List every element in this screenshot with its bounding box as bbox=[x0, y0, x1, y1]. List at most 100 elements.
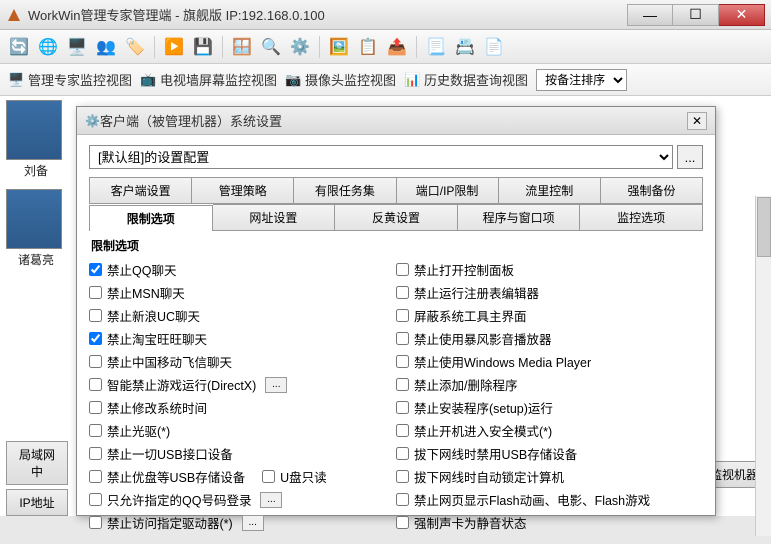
client-thumb[interactable]: 刘备 bbox=[6, 100, 66, 179]
toolbar-search-icon[interactable]: 🔍 bbox=[258, 34, 284, 60]
checkbox[interactable] bbox=[89, 263, 102, 276]
checkbox[interactable] bbox=[89, 401, 102, 414]
opt-systime[interactable]: 禁止修改系统时间 bbox=[89, 396, 396, 419]
opt-systools[interactable]: 屏蔽系统工具主界面 bbox=[396, 304, 703, 327]
opt-ctrlpanel[interactable]: 禁止打开控制面板 bbox=[396, 258, 703, 281]
config-browse-button[interactable]: ... bbox=[677, 145, 703, 169]
tab-programs[interactable]: 程序与窗口项 bbox=[458, 204, 581, 230]
toolbar-window-icon[interactable]: 🪟 bbox=[229, 34, 255, 60]
opt-wangwang[interactable]: 禁止淘宝旺旺聊天 bbox=[89, 327, 396, 350]
opt-mute[interactable]: 强制声卡为静音状态 bbox=[396, 511, 703, 534]
view-history[interactable]: 📊 历史数据查询视图 bbox=[404, 70, 528, 89]
opt-qq[interactable]: 禁止QQ聊天 bbox=[89, 258, 396, 281]
opt-baofeng[interactable]: 禁止使用暴风影音播放器 bbox=[396, 327, 703, 350]
toolbar-refresh-icon[interactable]: 🔄 bbox=[6, 34, 32, 60]
opt-directx[interactable]: 智能禁止游戏运行(DirectX)... bbox=[89, 373, 396, 396]
checkbox[interactable] bbox=[89, 516, 102, 529]
opt-cdrom[interactable]: 禁止光驱(*) bbox=[89, 419, 396, 442]
checkbox[interactable] bbox=[262, 470, 275, 483]
opt-more-button[interactable]: ... bbox=[260, 492, 282, 508]
opt-msn[interactable]: 禁止MSN聊天 bbox=[89, 281, 396, 304]
checkbox[interactable] bbox=[396, 355, 409, 368]
opt-flash[interactable]: 禁止网页显示Flash动画、电影、Flash游戏 bbox=[396, 488, 703, 511]
close-button[interactable]: ✕ bbox=[719, 4, 765, 26]
tab-tasks[interactable]: 有限任务集 bbox=[294, 177, 396, 203]
view-monitor[interactable]: 🖥️ 管理专家监控视图 bbox=[8, 70, 132, 89]
checkbox[interactable] bbox=[89, 493, 102, 506]
toolbar-globe-icon[interactable]: 🌐 bbox=[35, 34, 61, 60]
config-select[interactable]: [默认组]的设置配置 bbox=[89, 145, 673, 169]
tab-traffic[interactable]: 流里控制 bbox=[499, 177, 601, 203]
toolbar-tag-icon[interactable]: 🏷️ bbox=[122, 34, 148, 60]
checkbox[interactable] bbox=[396, 378, 409, 391]
checkbox[interactable] bbox=[396, 286, 409, 299]
checkbox[interactable] bbox=[396, 516, 409, 529]
tab-policy[interactable]: 管理策略 bbox=[192, 177, 294, 203]
toolbar-list-icon[interactable]: 📃 bbox=[423, 34, 449, 60]
checkbox[interactable] bbox=[396, 493, 409, 506]
history-icon: 📊 bbox=[404, 72, 420, 88]
opt-wmp[interactable]: 禁止使用Windows Media Player bbox=[396, 350, 703, 373]
toolbar-play-icon[interactable]: ▶️ bbox=[161, 34, 187, 60]
checkbox[interactable] bbox=[89, 332, 102, 345]
sort-select[interactable]: 按备注排序 bbox=[536, 69, 627, 91]
toolbar-doc-icon[interactable]: 📄 bbox=[481, 34, 507, 60]
opt-setup[interactable]: 禁止安装程序(setup)运行 bbox=[396, 396, 703, 419]
opt-net-usb[interactable]: 拔下网线时禁用USB存储设备 bbox=[396, 442, 703, 465]
vertical-scrollbar[interactable] bbox=[755, 196, 771, 536]
checkbox[interactable] bbox=[396, 332, 409, 345]
tab-antiporn[interactable]: 反黄设置 bbox=[335, 204, 458, 230]
toolbar-screens-icon[interactable]: 🖼️ bbox=[326, 34, 352, 60]
dialog-titlebar: ⚙️ 客户端（被管理机器）系统设置 ✕ bbox=[77, 107, 715, 135]
checkbox[interactable] bbox=[89, 470, 102, 483]
checkbox[interactable] bbox=[89, 378, 102, 391]
view-wall-label: 电视墙屏幕监控视图 bbox=[160, 70, 277, 89]
checkbox[interactable] bbox=[396, 470, 409, 483]
tab-ip[interactable]: IP地址 bbox=[6, 489, 68, 516]
checkbox[interactable] bbox=[89, 447, 102, 460]
toolbar-disk-icon[interactable]: 💾 bbox=[190, 34, 216, 60]
opt-uc[interactable]: 禁止新浪UC聊天 bbox=[89, 304, 396, 327]
checkbox[interactable] bbox=[396, 447, 409, 460]
view-camera[interactable]: 📷 摄像头监控视图 bbox=[285, 70, 396, 89]
maximize-button[interactable]: ☐ bbox=[673, 4, 719, 26]
opt-addrem[interactable]: 禁止添加/删除程序 bbox=[396, 373, 703, 396]
opt-usb-all[interactable]: 禁止一切USB接口设备 bbox=[89, 442, 396, 465]
checkbox[interactable] bbox=[89, 309, 102, 322]
minimize-button[interactable]: — bbox=[627, 4, 673, 26]
tab-port-ip[interactable]: 端口/IP限制 bbox=[397, 177, 499, 203]
tab-monitor-opts[interactable]: 监控选项 bbox=[580, 204, 703, 230]
toolbar-gear-icon[interactable]: ⚙️ bbox=[287, 34, 313, 60]
checkbox[interactable] bbox=[396, 309, 409, 322]
view-wall[interactable]: 📺 电视墙屏幕监控视图 bbox=[140, 70, 277, 89]
tab-lan[interactable]: 局域网中 bbox=[6, 441, 68, 485]
toolbar-copy-icon[interactable]: 📋 bbox=[355, 34, 381, 60]
opt-regedit[interactable]: 禁止运行注册表编辑器 bbox=[396, 281, 703, 304]
opt-qq-whitelist[interactable]: 只允许指定的QQ号码登录... bbox=[89, 488, 396, 511]
opt-more-button[interactable]: ... bbox=[242, 515, 264, 531]
checkbox[interactable] bbox=[89, 424, 102, 437]
opt-feixin[interactable]: 禁止中国移动飞信聊天 bbox=[89, 350, 396, 373]
checkbox[interactable] bbox=[396, 263, 409, 276]
checkbox[interactable] bbox=[89, 355, 102, 368]
opt-drives[interactable]: 禁止访问指定驱动器(*)... bbox=[89, 511, 396, 534]
thumb-screenshot bbox=[6, 189, 62, 249]
tab-client-settings[interactable]: 客户端设置 bbox=[89, 177, 192, 203]
toolbar-contacts-icon[interactable]: 📇 bbox=[452, 34, 478, 60]
checkbox[interactable] bbox=[89, 286, 102, 299]
opt-net-lock[interactable]: 拔下网线时自动锁定计算机 bbox=[396, 465, 703, 488]
opt-more-button[interactable]: ... bbox=[265, 377, 287, 393]
toolbar-send-icon[interactable]: 📤 bbox=[384, 34, 410, 60]
checkbox[interactable] bbox=[396, 401, 409, 414]
tab-url[interactable]: 网址设置 bbox=[213, 204, 336, 230]
toolbar-monitor-icon[interactable]: 🖥️ bbox=[64, 34, 90, 60]
client-thumb[interactable]: 诸葛亮 bbox=[6, 189, 66, 268]
toolbar-users-icon[interactable]: 👥 bbox=[93, 34, 119, 60]
opt-safemode[interactable]: 禁止开机进入安全模式(*) bbox=[396, 419, 703, 442]
tab-restrict[interactable]: 限制选项 bbox=[89, 205, 213, 231]
scroll-thumb[interactable] bbox=[757, 197, 771, 257]
dialog-close-button[interactable]: ✕ bbox=[687, 112, 707, 130]
checkbox[interactable] bbox=[396, 424, 409, 437]
dialog-icon: ⚙️ bbox=[85, 114, 100, 128]
tab-backup[interactable]: 强制备份 bbox=[601, 177, 703, 203]
